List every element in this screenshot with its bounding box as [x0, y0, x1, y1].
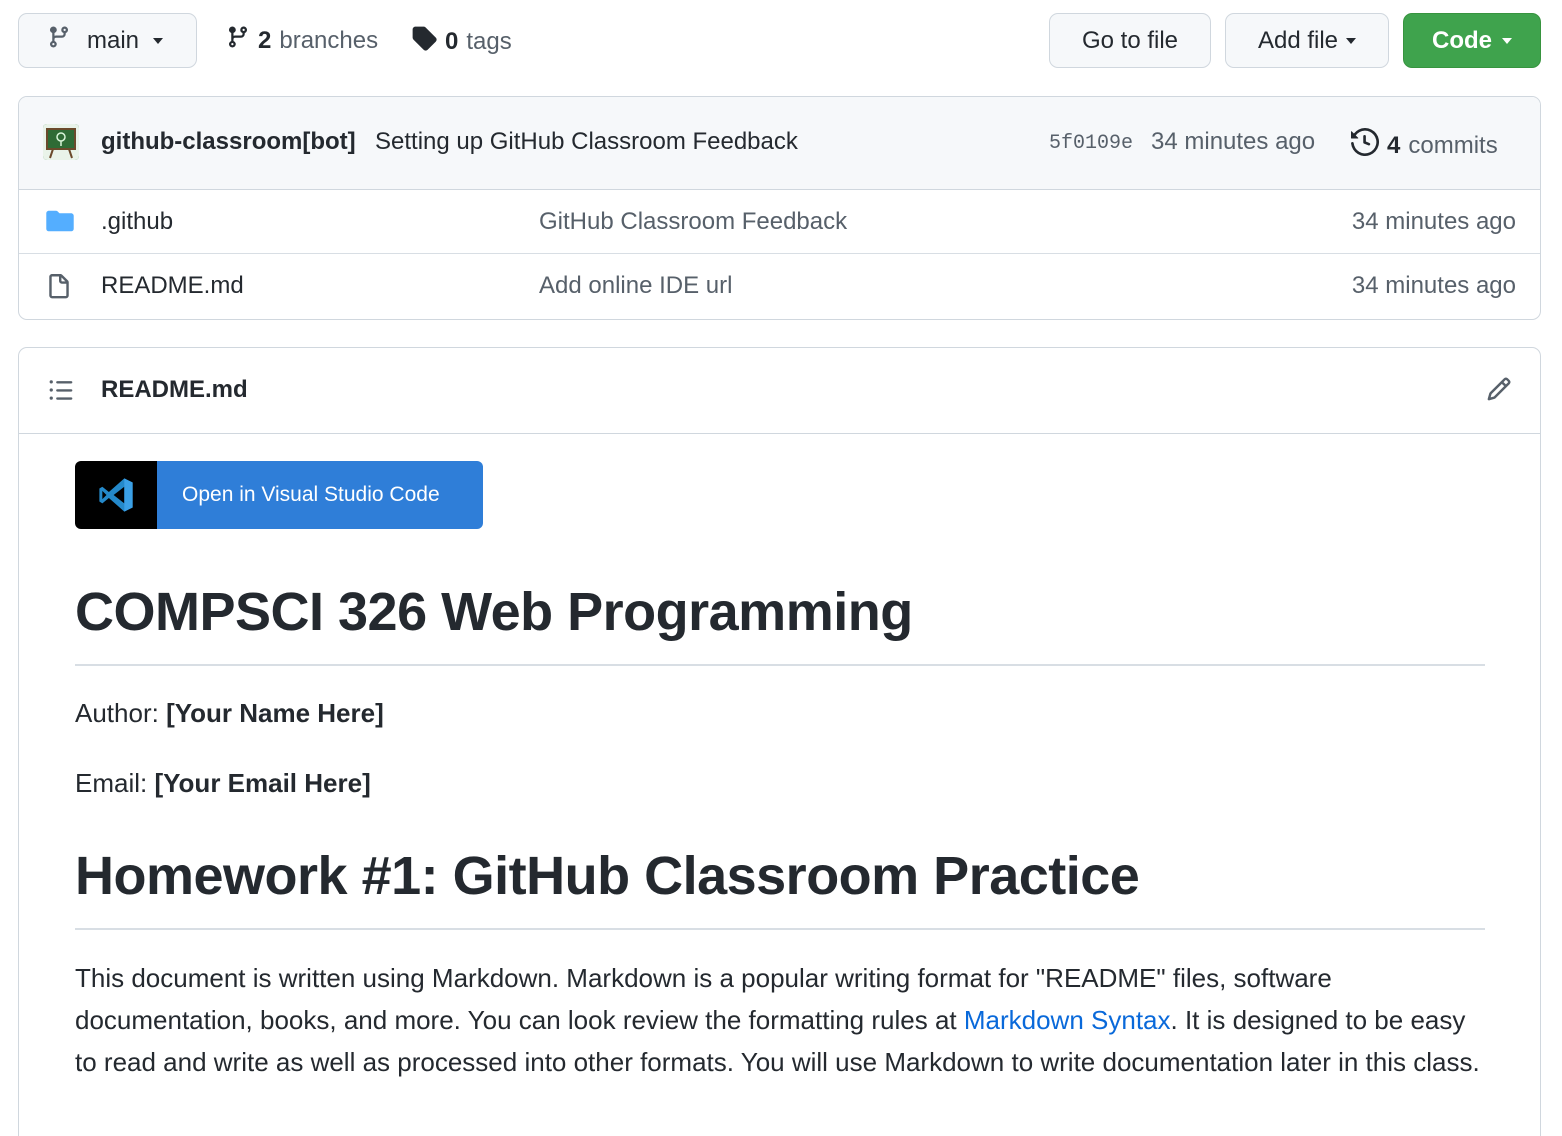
markdown-syntax-link[interactable]: Markdown Syntax — [964, 1005, 1171, 1035]
pencil-icon[interactable] — [1486, 376, 1512, 407]
code-button[interactable]: Code — [1403, 13, 1541, 68]
add-file-label: Add file — [1257, 26, 1339, 54]
history-icon — [1351, 127, 1380, 163]
add-file-button[interactable]: Add file — [1225, 13, 1389, 68]
commit-time: 34 minutes ago — [1151, 128, 1316, 155]
badge-label: Open in Visual Studio Code — [157, 461, 483, 529]
vscode-icon — [75, 461, 157, 529]
commit-message-link[interactable]: Setting up GitHub Classroom Feedback — [375, 128, 798, 156]
file-browser: github-classroom[bot] Setting up GitHub … — [18, 96, 1541, 320]
email-label: Email: — [75, 768, 148, 798]
branch-name: main — [87, 26, 140, 54]
commits-count: 4 — [1387, 131, 1401, 159]
code-label: Code — [1432, 26, 1492, 54]
readme-header: README.md — [19, 348, 1540, 434]
readme-paragraph: This document is written using Markdown.… — [75, 957, 1485, 1083]
go-to-file-button[interactable]: Go to file — [1049, 13, 1211, 68]
tags-link[interactable]: 0 tags — [411, 25, 512, 58]
latest-commit-bar: github-classroom[bot] Setting up GitHub … — [19, 97, 1540, 190]
git-branch-icon — [47, 25, 87, 56]
file-commit-time: 34 minutes ago — [1351, 208, 1516, 235]
chevron-down-icon — [153, 37, 164, 44]
file-commit-message-link[interactable]: Add online IDE url — [539, 272, 732, 300]
readme-title: README.md — [101, 376, 248, 403]
folder-icon — [46, 209, 74, 238]
list-icon[interactable] — [48, 377, 74, 408]
author-line: Author: [Your Name Here] — [75, 698, 1485, 729]
email-value: [Your Email Here] — [154, 768, 371, 798]
chevron-down-icon — [1502, 37, 1512, 44]
chevron-down-icon — [1346, 37, 1357, 44]
tags-count: 0 — [445, 27, 459, 55]
branches-label: branches — [279, 26, 379, 54]
author-label: Author: — [75, 698, 159, 728]
file-icon — [46, 273, 72, 306]
repo-toolbar: main 2 branches 0 tags Go to file Add fi… — [18, 13, 1541, 69]
branch-select-button[interactable]: main — [18, 13, 197, 68]
file-commit-time: 34 minutes ago — [1351, 272, 1516, 299]
readme-panel: README.md Open in Visual Studio Code COM… — [18, 347, 1541, 1136]
commit-author-link[interactable]: github-classroom[bot] — [101, 128, 356, 156]
heading-divider — [75, 664, 1485, 666]
avatar[interactable] — [43, 124, 79, 160]
file-name-link[interactable]: .github — [101, 208, 173, 236]
file-row[interactable]: .github GitHub Classroom Feedback 34 min… — [19, 190, 1540, 254]
commits-label: commits — [1408, 131, 1498, 159]
branches-count: 2 — [258, 26, 272, 54]
branches-link[interactable]: 2 branches — [226, 25, 378, 56]
file-commit-message-link[interactable]: GitHub Classroom Feedback — [539, 208, 847, 236]
go-to-file-label: Go to file — [1081, 26, 1179, 54]
git-branch-icon — [226, 25, 250, 56]
email-line: Email: [Your Email Here] — [75, 768, 1485, 799]
open-in-vscode-badge[interactable]: Open in Visual Studio Code — [75, 461, 483, 529]
commits-history-link[interactable]: 4 commits — [1351, 127, 1498, 163]
file-row[interactable]: README.md Add online IDE url 34 minutes … — [19, 254, 1540, 318]
file-name-link[interactable]: README.md — [101, 272, 244, 300]
commit-sha-link[interactable]: 5f0109e — [1049, 132, 1133, 155]
tags-label: tags — [466, 27, 512, 55]
readme-heading-2: Homework #1: GitHub Classroom Practice — [75, 846, 1140, 906]
tag-icon — [411, 25, 437, 58]
author-value: [Your Name Here] — [166, 698, 384, 728]
heading-divider — [75, 928, 1485, 930]
readme-heading-1: COMPSCI 326 Web Programming — [75, 582, 913, 642]
